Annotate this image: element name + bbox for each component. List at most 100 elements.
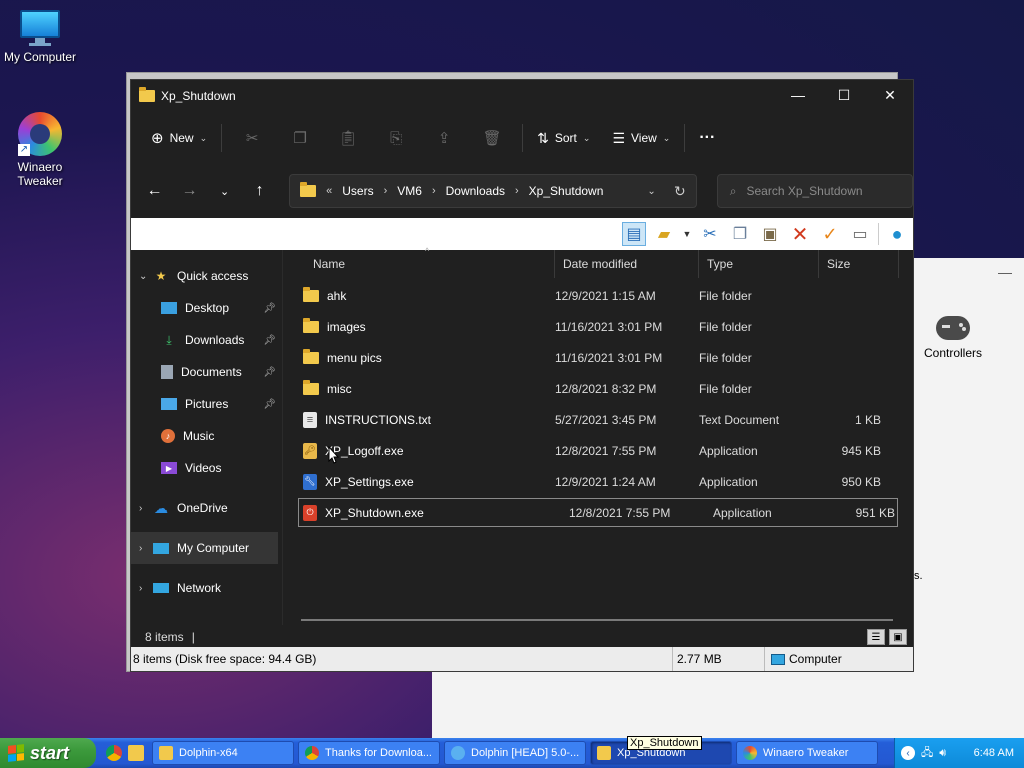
globe-icon[interactable]: ● [885, 222, 909, 246]
title-bar[interactable]: Xp_Shutdown — ☐ ✕ [131, 80, 913, 112]
chevron-right-icon[interactable]: › [139, 503, 153, 514]
overflow-icon[interactable]: « [326, 185, 332, 197]
copy-icon[interactable]: ❐ [284, 122, 316, 154]
file-row[interactable]: 🔑︎ XP_Logoff.exe 12/8/2021 7:55 PM Applicat… [283, 435, 913, 466]
chevron-down-icon[interactable]: ⌄ [139, 271, 153, 282]
file-row[interactable]: misc 12/8/2021 8:32 PM File folder [283, 373, 913, 404]
folders-pane-icon[interactable]: ▤ [622, 222, 646, 246]
item-count: 8 items [145, 630, 184, 644]
desktop-icon-label: My Computer [3, 50, 77, 64]
breadcrumb-downloads[interactable]: Downloads [446, 184, 505, 198]
new-button[interactable]: ⊕ New ⌄ [143, 122, 215, 154]
taskbar-button[interactable]: Dolphin-x64 [152, 741, 294, 765]
share-icon[interactable]: ⇪ [428, 122, 460, 154]
folder-icon [303, 286, 319, 302]
search-input[interactable]: ⌕ Search Xp_Shutdown [716, 174, 914, 208]
taskbar-tooltip: Xp_Shutdown [627, 736, 702, 750]
folder-icon[interactable] [128, 745, 144, 761]
chevron-right-icon[interactable]: › [139, 583, 153, 594]
nav-quick-access[interactable]: ⌄ ★ Quick access [131, 260, 282, 292]
file-row[interactable]: ⏻ XP_Shutdown.exe 12/8/2021 7:55 PM Applica… [297, 497, 899, 528]
chevron-right-icon[interactable]: › [139, 543, 153, 554]
nav-documents[interactable]: Documents 📌︎ [131, 356, 282, 388]
controllers-item[interactable]: Controllers [918, 316, 988, 360]
address-bar[interactable]: « Users › VM6 › Downloads › Xp_Shutdown … [289, 174, 697, 208]
nav-music[interactable]: ♪ Music [131, 420, 282, 452]
start-button[interactable]: start [0, 738, 96, 768]
taskbar-button[interactable]: Winaero Tweaker [736, 741, 878, 765]
minimize-button[interactable]: — [998, 264, 1012, 280]
file-type: Application [699, 474, 758, 489]
chevron-down-icon[interactable]: ⌄ [647, 186, 655, 197]
breadcrumb-xp-shutdown[interactable]: Xp_Shutdown [529, 184, 604, 198]
more-options-button[interactable]: ··· [691, 122, 723, 154]
clock[interactable]: 6:48 AM [974, 747, 1014, 759]
rename-icon[interactable]: ⎘ [380, 122, 412, 154]
dropdown-arrow-icon[interactable]: ▼ [682, 222, 692, 246]
cut-icon[interactable]: ✂ [236, 122, 268, 154]
file-name-cell: 🔑︎ XP_Logoff.exe [283, 442, 547, 459]
paste-icon[interactable]: 📋︎ [332, 122, 364, 154]
file-row[interactable]: 🔧︎ XP_Settings.exe 12/9/2021 1:24 AM Applic… [283, 466, 913, 497]
view-button[interactable]: ☰ View ⌄ [604, 122, 678, 154]
taskbar-button[interactable]: Thanks for Downloa... [298, 741, 440, 765]
column-name[interactable]: Name [283, 250, 555, 278]
nav-downloads[interactable]: ⤓ Downloads 📌︎ [131, 324, 282, 356]
column-size[interactable]: Size [819, 250, 899, 278]
file-row[interactable]: ahk 12/9/2021 1:15 AM File folder [283, 280, 913, 311]
up-button[interactable]: ↑ [244, 176, 275, 206]
taskbar-button[interactable]: Dolphin [HEAD] 5.0-... [444, 741, 586, 765]
file-name: misc [327, 381, 352, 396]
delete-icon[interactable]: 🗑︎ [476, 122, 508, 154]
volume-icon[interactable]: 🔊︎ [939, 747, 946, 760]
breadcrumb-vm6[interactable]: VM6 [397, 184, 422, 198]
nav-network[interactable]: › Network [131, 572, 282, 604]
refresh-icon[interactable]: ↻ [674, 183, 686, 200]
back-button[interactable]: ← [139, 176, 170, 206]
file-type: File folder [699, 381, 752, 396]
close-button[interactable]: ✕ [867, 80, 913, 110]
recent-locations-button[interactable]: ⌄ [209, 176, 240, 206]
cut-icon[interactable]: ✂ [698, 222, 722, 246]
file-row[interactable]: menu pics 11/16/2021 3:01 PM File folder [283, 342, 913, 373]
select-folder-icon[interactable]: ▰ [652, 222, 676, 246]
nav-videos[interactable]: ▶ Videos [131, 452, 282, 484]
thumbnail-view-icon[interactable]: ▣ [889, 629, 907, 645]
nav-label: Downloads [185, 333, 245, 347]
desktop-icon [161, 302, 177, 314]
network-icon [153, 583, 169, 593]
horizontal-scrollbar[interactable] [301, 619, 893, 621]
forward-button[interactable]: → [174, 176, 205, 206]
desktop-icon-my-computer[interactable]: My Computer [0, 10, 80, 64]
tray-expand-icon[interactable]: ‹ [901, 746, 915, 760]
chrome-icon[interactable] [106, 745, 122, 761]
breadcrumb-users[interactable]: Users [342, 184, 373, 198]
sort-button[interactable]: ⇅ Sort ⌄ [529, 122, 598, 154]
properties-icon[interactable]: ▭ [848, 222, 872, 246]
start-label: start [30, 742, 70, 763]
folder-icon [159, 746, 173, 760]
column-type[interactable]: Type [699, 250, 819, 278]
file-row[interactable]: images 11/16/2021 3:01 PM File folder [283, 311, 913, 342]
details-view-icon[interactable]: ☰ [867, 629, 885, 645]
videos-icon: ▶ [161, 462, 177, 474]
divider [878, 223, 879, 245]
column-date-modified[interactable]: Date modified [555, 250, 699, 278]
winaero-icon [743, 746, 757, 760]
copy-icon[interactable]: ❐ [728, 222, 752, 246]
file-rows: ahk 12/9/2021 1:15 AM File folder images 11/… [283, 280, 913, 528]
nav-desktop[interactable]: Desktop 📌︎ [131, 292, 282, 324]
nav-onedrive[interactable]: › ☁ OneDrive [131, 492, 282, 524]
maximize-button[interactable]: ☐ [821, 80, 867, 110]
checkmark-icon[interactable]: ✓ [818, 222, 842, 246]
nav-pictures[interactable]: Pictures 📌︎ [131, 388, 282, 420]
network-tray-icon[interactable]: 🖧︎ [921, 744, 933, 763]
desktop-icon-winaero-tweaker[interactable]: ↗ Winaero Tweaker [0, 112, 80, 188]
file-date: 11/16/2021 3:01 PM [555, 319, 663, 334]
paste-icon[interactable]: ▣ [758, 222, 782, 246]
file-row[interactable]: ≡ INSTRUCTIONS.txt 5/27/2021 3:45 PM Text D… [283, 404, 913, 435]
minimize-button[interactable]: — [775, 80, 821, 110]
desktop-icon-label: Winaero Tweaker [17, 160, 63, 188]
delete-x-icon[interactable]: ✕ [788, 222, 812, 246]
nav-my-computer[interactable]: › My Computer [131, 532, 278, 564]
